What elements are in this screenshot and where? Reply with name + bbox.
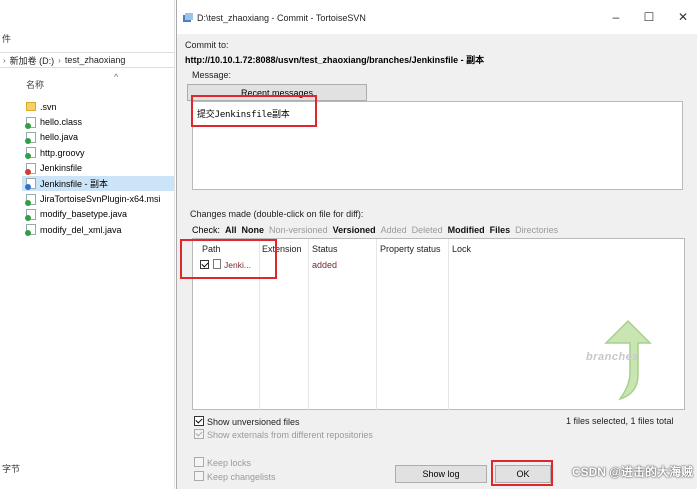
explorer-address-bar[interactable]: › 新加卷 (D:) › test_zhaoxiang (0, 52, 175, 68)
check-deleted-link[interactable]: Deleted (412, 225, 443, 235)
file-name: hello.class (40, 117, 83, 128)
commit-dialog: D:\test_zhaoxiang - Commit - TortoiseSVN… (176, 0, 697, 489)
column-header-name[interactable]: 名称 (26, 78, 44, 91)
screen: 件 › 新加卷 (D:) › test_zhaoxiang 名称 ^ .svn … (0, 0, 697, 489)
show-externals-label[interactable]: Show externals from different repositori… (207, 430, 373, 440)
list-item-selected[interactable]: Jenkinsfile - 副本 (22, 175, 174, 192)
show-unversioned-checkbox[interactable] (194, 416, 204, 426)
show-externals-checkbox[interactable] (194, 429, 204, 439)
check-versioned-link[interactable]: Versioned (333, 225, 376, 235)
chevron-right-icon: › (3, 55, 6, 65)
svn-file-icon (25, 147, 36, 160)
show-unversioned-label[interactable]: Show unversioned files (207, 417, 300, 427)
sort-ascending-icon: ^ (114, 72, 119, 82)
file-name: modify_basetype.java (40, 209, 128, 220)
keep-locks-checkbox[interactable] (194, 457, 204, 467)
maximize-button[interactable]: ☐ (639, 10, 659, 24)
keep-changelists-checkbox[interactable] (194, 471, 204, 481)
file-name: http.groovy (40, 147, 85, 158)
commit-url: http://10.10.1.72:8088/usvn/test_zhaoxia… (185, 55, 485, 65)
title-bar[interactable]: D:\test_zhaoxiang - Commit - TortoiseSVN… (177, 0, 697, 34)
highlight-message (191, 95, 317, 127)
svn-file-icon (25, 224, 36, 237)
file-name: hello.java (40, 132, 79, 143)
svn-modified-file-icon (25, 162, 36, 175)
highlight-ok-button (491, 460, 553, 486)
window-title: D:\test_zhaoxiang - Commit - TortoiseSVN (197, 13, 366, 23)
keep-locks-label[interactable]: Keep locks (207, 458, 251, 468)
file-explorer-pane: 件 › 新加卷 (D:) › test_zhaoxiang 名称 ^ .svn … (0, 0, 175, 489)
list-item[interactable]: hello.java (22, 130, 174, 145)
svn-file-icon (25, 208, 36, 221)
list-item[interactable]: JiraTortoiseSvnPlugin-x64.msi (22, 191, 174, 206)
file-row-status: added (312, 260, 338, 270)
check-all-link[interactable]: All (225, 225, 237, 235)
keep-changelists-label[interactable]: Keep changelists (207, 472, 276, 482)
folder-icon (26, 102, 36, 112)
check-modified-link[interactable]: Modified (448, 225, 485, 235)
list-item[interactable]: .svn (22, 99, 174, 114)
list-item[interactable]: modify_basetype.java (22, 207, 174, 222)
column-divider (448, 239, 449, 411)
check-files-link[interactable]: Files (490, 225, 511, 235)
column-divider (376, 239, 377, 411)
column-property-status[interactable]: Property status (380, 244, 441, 254)
highlight-file-row (180, 239, 277, 279)
file-name: Jenkinsfile (40, 163, 83, 174)
list-item[interactable]: http.groovy (22, 145, 174, 160)
list-item[interactable]: hello.class (22, 114, 174, 129)
file-name: .svn (40, 101, 57, 112)
svn-file-icon (25, 131, 36, 144)
show-log-button[interactable]: Show log (395, 465, 487, 483)
svn-added-file-icon (25, 178, 36, 191)
tortoisesvn-icon (183, 13, 193, 22)
address-segment-folder[interactable]: test_zhaoxiang (65, 55, 126, 65)
check-nonversioned-link[interactable]: Non-versioned (269, 225, 328, 235)
column-divider (308, 239, 309, 411)
column-lock[interactable]: Lock (452, 244, 471, 254)
file-name: Jenkinsfile - 副本 (40, 179, 109, 190)
status-bar-fragment: 字节 (2, 464, 21, 474)
changes-label: Changes made (double-click on file for d… (190, 209, 364, 219)
file-name: JiraTortoiseSvnPlugin-x64.msi (40, 194, 161, 205)
site-watermark: CSDN @进击的大海贼 (571, 465, 693, 479)
check-none-link[interactable]: None (242, 225, 265, 235)
file-name: modify_del_xml.java (40, 224, 122, 235)
svn-file-icon (25, 116, 36, 129)
branches-watermark: branches (586, 351, 639, 363)
list-item[interactable]: modify_del_xml.java (22, 222, 174, 237)
column-status[interactable]: Status (312, 244, 338, 254)
commit-to-label: Commit to: (185, 40, 229, 50)
svn-file-icon (25, 193, 36, 206)
check-filter-row: Check: All None Non-versioned Versioned … (192, 225, 558, 235)
list-item[interactable]: Jenkinsfile (22, 161, 174, 176)
check-added-link[interactable]: Added (381, 225, 407, 235)
close-button[interactable]: ✕ (673, 10, 693, 24)
address-segment-drive[interactable]: 新加卷 (D:) (10, 54, 55, 67)
selection-summary: 1 files selected, 1 files total (566, 416, 674, 426)
check-label: Check: (192, 225, 221, 235)
check-directories-link[interactable]: Directories (515, 225, 558, 235)
minimize-button[interactable]: – (606, 10, 626, 24)
message-label: Message: (192, 70, 232, 80)
chevron-right-icon: › (58, 55, 61, 65)
explorer-toolbar-fragment: 件 (2, 34, 12, 44)
explorer-file-list: .svn hello.class hello.java http.groovy … (22, 99, 174, 238)
